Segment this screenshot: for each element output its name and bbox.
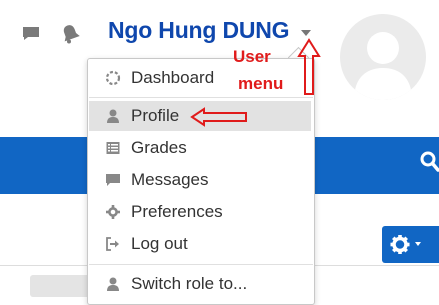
user-name[interactable]: Ngo Hung DUNG — [108, 17, 290, 44]
menu-item-switch-role[interactable]: Switch role to... — [89, 269, 311, 299]
messages-icon — [105, 172, 121, 188]
annotation-user: User — [233, 47, 271, 66]
settings-button[interactable] — [382, 226, 439, 263]
menu-item-logout[interactable]: Log out — [89, 229, 311, 259]
menu-item-label: Grades — [131, 138, 187, 157]
menu-item-grades[interactable]: Grades — [89, 133, 311, 163]
menu-item-preferences[interactable]: Preferences — [89, 197, 311, 227]
menu-item-label: Preferences — [131, 202, 223, 221]
content-block — [30, 275, 90, 297]
user-icon — [105, 276, 121, 292]
gear-icon — [390, 235, 421, 254]
grades-icon — [105, 140, 121, 156]
menu-item-label: Profile — [131, 106, 180, 125]
menu-item-label: Switch role to... — [131, 274, 248, 293]
dashboard-icon — [105, 70, 121, 86]
annotation-up-arrow — [297, 38, 321, 95]
menu-item-label: Log out — [131, 234, 188, 253]
notifications-icon[interactable] — [61, 24, 80, 44]
menu-divider — [89, 264, 313, 265]
avatar[interactable] — [340, 14, 426, 100]
menu-item-messages[interactable]: Messages — [89, 165, 311, 195]
menu-item-label: Messages — [131, 170, 209, 189]
wrench-icon — [105, 204, 121, 220]
menu-item-label: Dashboard — [131, 68, 215, 87]
annotation-left-arrow — [190, 107, 247, 127]
messages-icon[interactable] — [22, 26, 40, 41]
user-icon — [105, 108, 121, 124]
logout-icon — [105, 236, 121, 252]
annotation-menu: menu — [238, 74, 284, 93]
caret-down-icon[interactable] — [301, 30, 311, 36]
user-menu-dropdown: Dashboard Profile Grades Messages Prefer… — [87, 58, 315, 305]
avatar-silhouette-icon — [354, 32, 412, 100]
search-icon[interactable] — [420, 150, 439, 176]
menu-divider — [89, 97, 313, 98]
